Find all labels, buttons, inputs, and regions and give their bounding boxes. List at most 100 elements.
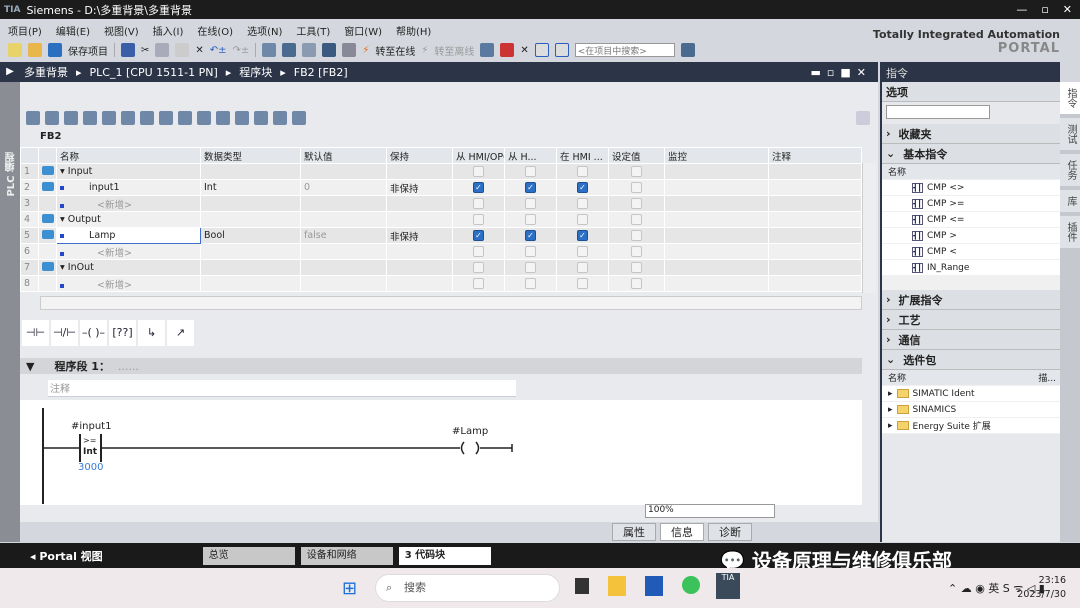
collapse-network-icon[interactable]: ▼: [20, 360, 54, 373]
checkbox[interactable]: [525, 166, 536, 177]
checkbox-cell[interactable]: [452, 211, 505, 228]
checkbox-cell[interactable]: [556, 211, 609, 228]
new-project-icon[interactable]: [8, 43, 22, 57]
col-name-header[interactable]: 名称: [882, 164, 1060, 180]
table-row[interactable]: 5 Lamp Bool false 非保持 ✓ ✓ ✓: [20, 227, 862, 244]
download-icon[interactable]: [282, 43, 297, 57]
file-explorer-icon[interactable]: [608, 576, 626, 596]
expand-all-icon[interactable]: [121, 111, 135, 125]
compare-type[interactable]: Int: [83, 447, 97, 457]
default-cell[interactable]: false: [300, 227, 387, 244]
tab-overview[interactable]: 总览: [202, 546, 295, 565]
runtime-icon[interactable]: [342, 43, 357, 57]
checkbox[interactable]: [577, 278, 588, 289]
upload-icon[interactable]: [302, 43, 317, 57]
datatype-cell[interactable]: Int: [200, 179, 301, 196]
communication-section[interactable]: › 通信: [882, 330, 1060, 350]
tab-addins[interactable]: 插件: [1060, 216, 1080, 248]
go-online-button[interactable]: 转至在线: [375, 43, 415, 58]
checkbox-cell[interactable]: [452, 243, 505, 260]
editor-window-controls[interactable]: ▬▫■✕: [811, 66, 878, 79]
menu-view[interactable]: 视图(V): [104, 23, 139, 38]
split-vertical-icon[interactable]: [554, 43, 569, 57]
col-monitor[interactable]: 监控: [664, 147, 769, 164]
tab-diagnostics[interactable]: 诊断: [708, 523, 752, 541]
col-setpoint[interactable]: 设定值: [608, 147, 665, 164]
instructions-hscroll[interactable]: [882, 276, 1060, 290]
checkbox-cell[interactable]: [556, 259, 609, 276]
checkbox[interactable]: [631, 278, 642, 289]
project-search-input[interactable]: <在项目中搜索>: [574, 43, 675, 57]
compare-operand2[interactable]: 3000: [78, 462, 103, 473]
checkbox[interactable]: [631, 262, 642, 273]
comment-cell[interactable]: [768, 163, 862, 180]
default-cell[interactable]: [300, 275, 387, 292]
table-row[interactable]: 2 input1 Int 0 非保持 ✓ ✓ ✓: [20, 179, 862, 196]
checkbox[interactable]: ✓: [525, 182, 536, 193]
name-cell[interactable]: <新增>: [56, 195, 201, 212]
insert-branch-icon[interactable]: [64, 111, 78, 125]
col-default[interactable]: 默认值: [300, 147, 387, 164]
col-hmi-opc[interactable]: 从 HMI/OPC...: [452, 147, 505, 164]
checkbox-cell[interactable]: [556, 243, 609, 260]
comment-cell[interactable]: [768, 275, 862, 292]
instruction-item[interactable]: ┫┃ CMP >: [882, 228, 1060, 244]
checkbox[interactable]: [631, 230, 642, 241]
comment-cell[interactable]: [768, 227, 862, 244]
retain-cell[interactable]: [386, 211, 453, 228]
checkbox-cell[interactable]: [504, 211, 557, 228]
checkbox-cell[interactable]: [452, 259, 505, 276]
maximize-button[interactable]: ▫: [1041, 3, 1048, 16]
split-horizontal-icon[interactable]: [534, 43, 549, 57]
plc-programming-tab[interactable]: PLC 编程: [0, 82, 20, 542]
checkbox-cell[interactable]: [504, 195, 557, 212]
checkbox[interactable]: ✓: [473, 230, 484, 241]
optional-packages-section[interactable]: ⌄ 选件包: [882, 350, 1060, 370]
save-icon[interactable]: [48, 43, 62, 57]
checkbox-cell[interactable]: [452, 195, 505, 212]
retain-cell[interactable]: 非保持: [386, 227, 453, 244]
checkbox-cell[interactable]: [608, 163, 665, 180]
name-cell[interactable]: <新增>: [56, 275, 201, 292]
checkbox[interactable]: [631, 246, 642, 257]
name-cell[interactable]: <新增>: [56, 243, 201, 260]
expand-icon[interactable]: ▸: [888, 421, 893, 431]
cut-icon[interactable]: ✂: [141, 45, 149, 56]
default-cell[interactable]: [300, 211, 387, 228]
delete-network-icon[interactable]: [45, 111, 59, 125]
menu-online[interactable]: 在线(O): [197, 23, 233, 38]
checkbox[interactable]: [577, 214, 588, 225]
go-offline-button[interactable]: 转至离线: [434, 43, 474, 58]
table-horizontal-scrollbar[interactable]: [40, 296, 862, 310]
datatype-cell[interactable]: [200, 275, 301, 292]
collapse-all-icon[interactable]: [140, 111, 154, 125]
instruction-item[interactable]: ┫┃ CMP <: [882, 244, 1060, 260]
datatype-cell[interactable]: Bool: [200, 227, 301, 244]
monitoring-icon[interactable]: [292, 111, 306, 125]
nc-contact-icon[interactable]: ⊣/⊢: [51, 320, 78, 346]
breadcrumb-program-blocks[interactable]: 程序块: [239, 64, 272, 80]
task-view-icon[interactable]: [575, 578, 589, 594]
search-icon[interactable]: [680, 43, 695, 57]
accessible-devices-icon[interactable]: [480, 43, 495, 57]
compile-icon[interactable]: [262, 43, 277, 57]
compare-icon[interactable]: [273, 111, 287, 125]
instruction-item[interactable]: ┫┃ CMP <=: [882, 212, 1060, 228]
menu-tools[interactable]: 工具(T): [296, 23, 330, 38]
coil-icon[interactable]: –( )–: [80, 320, 107, 346]
instruction-item[interactable]: ┫┃ IN_Range: [882, 260, 1060, 276]
col-in-hmi[interactable]: 在 HMI ...: [556, 147, 609, 164]
favorites-icon[interactable]: [178, 111, 192, 125]
checkbox-cell[interactable]: [556, 275, 609, 292]
checkbox[interactable]: [525, 278, 536, 289]
checkbox[interactable]: [577, 262, 588, 273]
network-comment-field[interactable]: 注释: [48, 380, 516, 397]
checkbox[interactable]: [631, 182, 642, 193]
comment-cell[interactable]: [768, 179, 862, 196]
menu-project[interactable]: 项目(P): [8, 23, 42, 38]
compare-operand1[interactable]: #input1: [71, 421, 111, 432]
col-retain[interactable]: 保持: [386, 147, 453, 164]
datatype-cell[interactable]: [200, 211, 301, 228]
retain-cell[interactable]: [386, 195, 453, 212]
checkbox[interactable]: ✓: [577, 182, 588, 193]
